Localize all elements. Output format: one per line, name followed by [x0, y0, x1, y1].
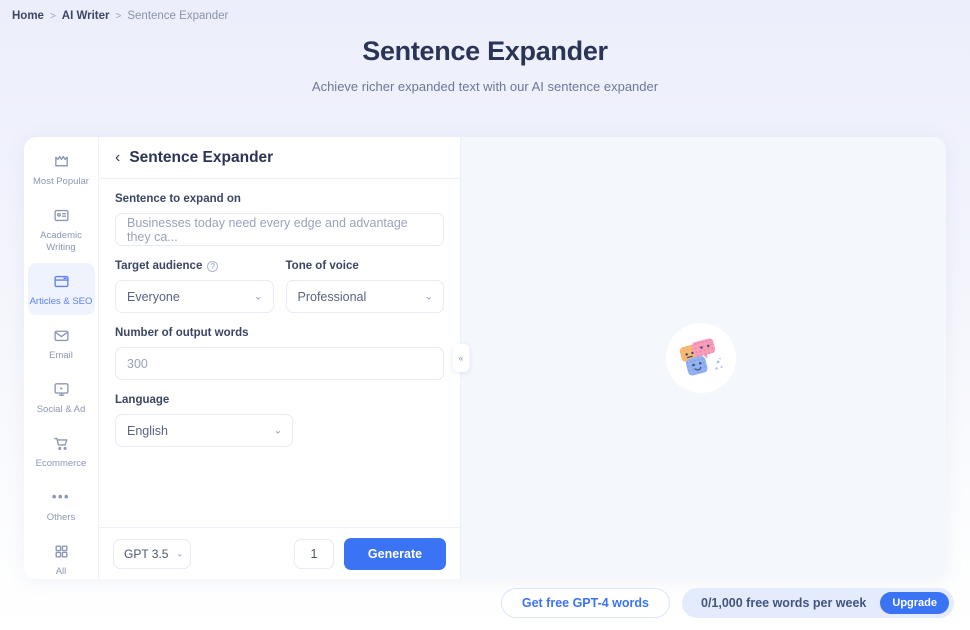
language-label: Language: [115, 394, 170, 406]
model-select-value: GPT 3.5: [124, 546, 169, 561]
form-panel-title: Sentence Expander: [129, 148, 274, 166]
chevron-down-icon: ⌄: [273, 425, 282, 436]
quota-text: 0/1,000 free words per week: [701, 596, 867, 610]
language-value: English: [127, 423, 168, 438]
output-words-group: Number of output words 300: [115, 327, 444, 380]
target-audience-label-text: Target audience: [115, 260, 203, 272]
sidebar-item-ecommerce[interactable]: Ecommerce: [28, 425, 95, 477]
page-subtitle: Achieve richer expanded text with our AI…: [311, 79, 659, 94]
form-body: Sentence to expand on Businesses today n…: [99, 179, 460, 527]
get-free-gpt4-words-button[interactable]: Get free GPT-4 words: [500, 588, 670, 618]
sidebar-item-label: Social & Ad: [36, 404, 86, 415]
browser-window-icon: [51, 271, 71, 291]
help-icon[interactable]: ?: [207, 260, 219, 272]
model-select[interactable]: GPT 3.5 ⌄: [113, 538, 192, 569]
chevron-left-icon[interactable]: ‹: [115, 149, 120, 166]
target-audience-label: Target audience ?: [115, 260, 274, 272]
output-words-input[interactable]: 300: [115, 347, 444, 380]
chevron-down-icon: ⌄: [424, 291, 433, 302]
form-footer: GPT 3.5 ⌄ 1 Generate: [99, 527, 460, 579]
tone-of-voice-select[interactable]: Professional ⌄: [285, 280, 444, 313]
language-group: Language English ⌄: [115, 394, 444, 447]
target-audience-select[interactable]: Everyone ⌄: [115, 280, 274, 313]
sidebar-item-articles-seo[interactable]: Articles & SEO: [27, 263, 95, 315]
generate-button[interactable]: Generate: [344, 537, 446, 570]
sidebar-item-others[interactable]: ••• Others: [28, 479, 95, 531]
chevron-down-icon: ⌄: [254, 291, 263, 302]
crown-icon: [51, 151, 71, 171]
sidebar-item-label: Ecommerce: [35, 458, 87, 469]
output-words-label: Number of output words: [115, 327, 249, 339]
breadcrumb-ai-writer[interactable]: AI Writer: [62, 10, 110, 22]
target-audience-value: Everyone: [127, 289, 180, 304]
bottom-status-bar: Get free GPT-4 words 0/1,000 free words …: [500, 588, 954, 618]
breadcrumb-separator-icon-2: >: [115, 10, 122, 22]
empty-state-illustration-svg: [679, 338, 722, 376]
quantity-input[interactable]: 1: [294, 538, 334, 569]
tone-of-voice-value: Professional: [297, 289, 367, 304]
audience-tone-row: Target audience ? Everyone ⌄ Tone of voi…: [115, 260, 444, 313]
ellipsis-icon: •••: [51, 489, 71, 504]
sidebar-item-academic-writing[interactable]: Academic Writing: [28, 197, 95, 261]
breadcrumb-current: Sentence Expander: [127, 10, 229, 22]
form-panel-header: ‹ Sentence Expander: [99, 137, 460, 179]
sentence-input[interactable]: Businesses today need every edge and adv…: [115, 213, 444, 246]
id-card-icon: [51, 205, 71, 225]
page-title: Sentence Expander: [362, 36, 608, 66]
page-header: Sentence Expander Achieve richer expande…: [0, 36, 970, 94]
form-panel: ‹ Sentence Expander Sentence to expand o…: [99, 137, 461, 579]
tone-of-voice-group: Tone of voice Professional ⌄: [285, 260, 444, 313]
sidebar-item-label: All: [55, 566, 67, 577]
breadcrumb-home[interactable]: Home: [12, 10, 44, 22]
sidebar-item-label: Email: [49, 350, 73, 361]
quota-pill: 0/1,000 free words per week Upgrade: [682, 588, 954, 618]
sidebar-item-label: Academic Writing: [40, 230, 82, 253]
monitor-play-icon: [51, 379, 71, 399]
main-card: Most Popular Academic Writing Articles &…: [24, 137, 946, 579]
sidebar-item-label: Articles & SEO: [29, 296, 93, 307]
language-select[interactable]: English ⌄: [115, 414, 293, 447]
sentence-field-label: Sentence to expand on: [115, 193, 241, 205]
collapse-panel-handle[interactable]: «: [452, 344, 470, 372]
envelope-icon: [51, 325, 71, 345]
result-panel: «: [452, 137, 946, 579]
shopping-cart-icon: [51, 433, 71, 453]
chevron-down-icon: ⌄: [175, 548, 184, 558]
breadcrumb: Home > AI Writer > Sentence Expander: [12, 10, 228, 22]
upgrade-button[interactable]: Upgrade: [880, 592, 949, 614]
sidebar-item-social-ad[interactable]: Social & Ad: [28, 371, 95, 423]
sidebar-item-label: Others: [46, 512, 76, 523]
sidebar-item-all[interactable]: All: [28, 533, 95, 579]
category-sidebar: Most Popular Academic Writing Articles &…: [24, 137, 99, 579]
target-audience-group: Target audience ? Everyone ⌄: [115, 260, 274, 313]
tone-of-voice-label: Tone of voice: [285, 260, 359, 272]
breadcrumb-separator-icon: >: [49, 10, 56, 22]
grid-icon: [51, 541, 71, 561]
sidebar-item-email[interactable]: Email: [28, 317, 95, 369]
sidebar-item-label: Most Popular: [33, 176, 89, 187]
sidebar-item-most-popular[interactable]: Most Popular: [28, 143, 95, 195]
speech-cards-illustration: [665, 323, 736, 393]
